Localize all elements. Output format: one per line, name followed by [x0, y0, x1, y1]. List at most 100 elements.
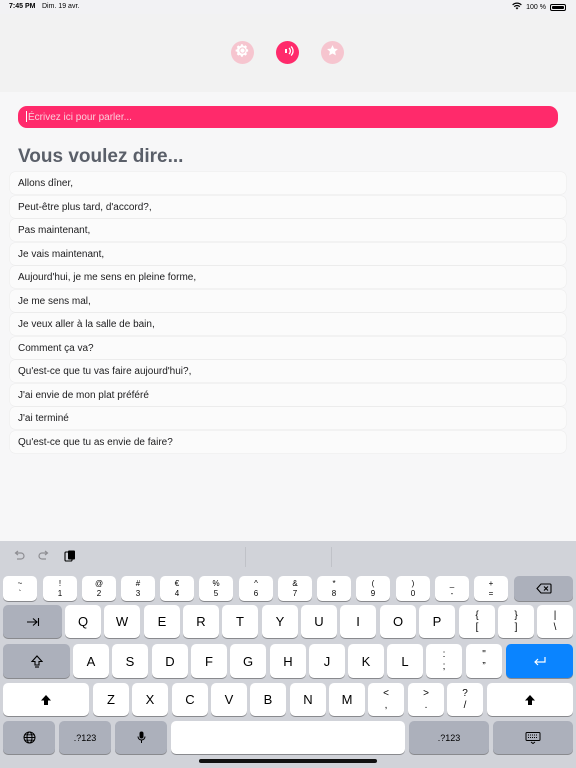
tab-key[interactable]	[3, 605, 62, 638]
status-time: 7:45 PM	[9, 3, 36, 10]
status-date: Dim. 19 avr.	[42, 3, 80, 10]
undo-icon[interactable]	[12, 549, 26, 563]
delete-icon	[535, 583, 552, 594]
key-d[interactable]: D	[152, 644, 188, 678]
key-symbol-r1-0[interactable]: {[	[459, 605, 495, 638]
page-title: Vous voulez dire...	[18, 146, 184, 167]
key-number-7[interactable]: & 7	[278, 576, 312, 601]
paste-icon[interactable]	[63, 549, 77, 563]
key-e[interactable]: E	[144, 605, 180, 638]
favorites-button[interactable]	[321, 41, 344, 64]
suggestion-list: Allons dîner, Peut-être plus tard, d'acc…	[10, 172, 566, 454]
key-f[interactable]: F	[191, 644, 227, 678]
suggestion-item[interactable]: Je veux aller à la salle de bain,	[10, 313, 566, 335]
key-s[interactable]: S	[112, 644, 148, 678]
settings-button[interactable]	[231, 41, 254, 64]
key-l[interactable]: L	[387, 644, 423, 678]
input-placeholder: Écrivez ici pour parler...	[28, 112, 132, 123]
suggestion-item[interactable]: Je me sens mal,	[10, 289, 566, 312]
key-number-12[interactable]: + =	[474, 576, 508, 601]
hide-keyboard-key[interactable]	[493, 721, 573, 754]
redo-icon[interactable]	[37, 549, 51, 563]
shift-key-left[interactable]	[3, 683, 89, 716]
home-indicator	[199, 759, 377, 763]
text-caret	[26, 111, 27, 122]
toolbar-divider	[331, 547, 332, 567]
suggestion-item[interactable]: Qu'est-ce que tu as envie de faire?	[10, 430, 566, 453]
key-number-11[interactable]: _ -	[435, 576, 469, 601]
shift-key-right[interactable]	[487, 683, 573, 716]
key-u[interactable]: U	[301, 605, 337, 638]
toolbar-divider	[245, 547, 246, 567]
suggestion-item[interactable]: J'ai terminé	[10, 407, 566, 429]
key-r[interactable]: R	[183, 605, 219, 638]
key-i[interactable]: I	[340, 605, 376, 638]
key-number-3[interactable]: #3	[121, 576, 155, 601]
key-v[interactable]: V	[211, 683, 247, 716]
key-w[interactable]: W	[104, 605, 140, 638]
key-q[interactable]: Q	[65, 605, 101, 638]
suggestion-item[interactable]: Pas maintenant,	[10, 219, 566, 241]
key-m[interactable]: M	[329, 683, 365, 716]
key-symbol-r3-2[interactable]: ? /	[447, 683, 483, 716]
key-t[interactable]: T	[222, 605, 258, 638]
key-x[interactable]: X	[132, 683, 168, 716]
key-number-2[interactable]: @2	[82, 576, 116, 601]
key-o[interactable]: O	[380, 605, 416, 638]
suggestion-item[interactable]: Peut-être plus tard, d'accord?,	[10, 195, 566, 218]
key-number-5[interactable]: % 5	[199, 576, 233, 601]
battery-icon	[550, 3, 566, 11]
key-p[interactable]: P	[419, 605, 455, 638]
shift-icon	[525, 694, 535, 705]
key-a[interactable]: A	[73, 644, 109, 678]
key-number-4[interactable]: €4	[160, 576, 194, 601]
keyboard-toolbar	[0, 541, 576, 572]
key-symbol-r1-1[interactable]: }]	[498, 605, 534, 638]
battery-percent: 100 %	[526, 3, 546, 11]
status-right: 100 %	[512, 2, 566, 12]
key-symbol-r3-0[interactable]: <,	[368, 683, 404, 716]
globe-key[interactable]	[3, 721, 55, 754]
suggestion-item[interactable]: Qu'est-ce que tu vas faire aujourd'hui?,	[10, 360, 566, 382]
key-k[interactable]: K	[348, 644, 384, 678]
key-b[interactable]: B	[250, 683, 286, 716]
on-screen-keyboard: ~ `! 1 @2 #3 €4% 5 ^ 6 & 7 * 8(9) 0 _ - + = Q W E R T Y U I O P{[}]…	[0, 541, 576, 768]
key-symbol-r2-1[interactable]: "”	[466, 644, 502, 678]
key-symbol-r2-0[interactable]: :;	[426, 644, 462, 678]
key-number-8[interactable]: * 8	[317, 576, 351, 601]
key-n[interactable]: N	[290, 683, 326, 716]
key-c[interactable]: C	[172, 683, 208, 716]
numbers-key-right[interactable]: .?123	[409, 721, 489, 754]
speaker-icon	[282, 44, 294, 62]
key-number-0[interactable]: ~ `	[3, 576, 37, 601]
star-icon	[326, 44, 339, 62]
dictation-key[interactable]	[115, 721, 167, 754]
key-symbol-r1-2[interactable]: | \	[537, 605, 573, 638]
return-key[interactable]	[506, 644, 573, 678]
numbers-key-left[interactable]: .?123	[59, 721, 111, 754]
caps-lock-key[interactable]	[3, 644, 70, 678]
speech-input[interactable]: Écrivez ici pour parler...	[18, 106, 558, 128]
delete-key[interactable]	[514, 576, 573, 601]
suggestion-item[interactable]: J'ai envie de mon plat préféré	[10, 383, 566, 406]
key-symbol-r3-1[interactable]: >.	[408, 683, 444, 716]
key-g[interactable]: G	[230, 644, 266, 678]
suggestion-item[interactable]: Aujourd'hui, je me sens en pleine forme,	[10, 266, 566, 288]
key-number-1[interactable]: ! 1	[43, 576, 77, 601]
suggestion-item[interactable]: Je vais maintenant,	[10, 242, 566, 265]
shift-icon	[41, 694, 51, 705]
suggestion-item[interactable]: Allons dîner,	[10, 172, 566, 194]
gear-icon	[235, 43, 250, 63]
key-j[interactable]: J	[309, 644, 345, 678]
key-number-10[interactable]: ) 0	[396, 576, 430, 601]
wifi-icon	[512, 2, 522, 12]
space-key[interactable]	[171, 721, 405, 754]
app-header	[0, 14, 576, 92]
speak-button[interactable]	[276, 41, 299, 64]
key-number-6[interactable]: ^ 6	[239, 576, 273, 601]
key-z[interactable]: Z	[93, 683, 129, 716]
suggestion-item[interactable]: Comment ça va?	[10, 336, 566, 359]
key-number-9[interactable]: (9	[356, 576, 390, 601]
key-h[interactable]: H	[270, 644, 306, 678]
key-y[interactable]: Y	[262, 605, 298, 638]
